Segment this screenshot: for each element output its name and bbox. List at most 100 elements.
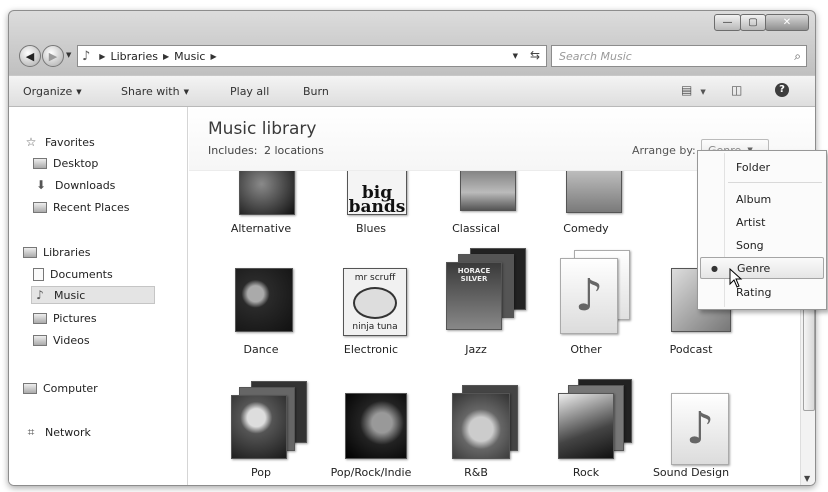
nav-computer[interactable]: Computer <box>23 379 98 397</box>
menu-item-genre[interactable]: ● Genre <box>700 257 824 279</box>
nav-music[interactable]: ♪ Music <box>31 286 155 304</box>
view-options-icon[interactable]: ▤ ▼ <box>681 83 706 97</box>
videos-icon <box>33 334 47 346</box>
selected-bullet-icon: ● <box>711 264 718 273</box>
libraries-icon <box>23 246 37 258</box>
nav-videos[interactable]: Videos <box>33 331 90 349</box>
album-art-stack: ♪ <box>661 377 729 465</box>
refresh-icon[interactable]: ⇆ <box>530 48 540 62</box>
menu-item-folder[interactable]: Folder <box>700 156 824 178</box>
forward-button[interactable]: ▶ <box>42 45 64 67</box>
nav-pictures[interactable]: Pictures <box>33 309 97 327</box>
menu-item-album[interactable]: Album <box>700 188 824 210</box>
organize-button[interactable]: Organize ▼ <box>23 85 82 98</box>
nav-libraries-label: Libraries <box>43 245 91 259</box>
recent-pages-dropdown-icon[interactable]: ▼ <box>66 51 71 59</box>
genre-tile[interactable]: mr scruff ninja tuna Electronic <box>321 250 421 368</box>
desktop-icon <box>33 157 47 169</box>
address-history-dropdown-icon[interactable]: ▼ <box>513 52 518 60</box>
menu-item-artist[interactable]: Artist <box>700 211 824 233</box>
library-includes: Includes: 2 locations <box>208 144 324 157</box>
electronic-cover-top: mr scruff <box>354 273 396 283</box>
genre-label: Sound Design <box>652 466 730 479</box>
maximize-button[interactable]: ▢ <box>740 14 766 31</box>
command-bar: Organize ▼ Share with ▼ Play all Burn ▤ ▼ ◫… <box>9 75 815 107</box>
jazz-cover-text: HORACE SILVER <box>446 262 502 330</box>
organize-label: Organize <box>23 85 73 98</box>
genre-label: Dance <box>243 343 279 356</box>
album-art-stack <box>446 377 518 459</box>
network-icon: ⌗ <box>27 424 35 439</box>
nav-libraries[interactable]: Libraries <box>23 243 91 261</box>
breadcrumb-libraries[interactable]: Libraries <box>110 50 158 63</box>
genre-tile[interactable]: HORACE SILVER Jazz <box>426 248 526 368</box>
genre-tile[interactable]: ♪ Other <box>536 250 636 368</box>
album-art-stack <box>231 377 307 459</box>
search-icon[interactable]: ⌕ <box>794 49 801 64</box>
genre-label: Podcast <box>669 343 713 356</box>
genre-label: Classical <box>452 222 500 235</box>
breadcrumb-separator-icon[interactable]: ▶ <box>99 52 105 61</box>
nav-favorites-label: Favorites <box>45 135 95 149</box>
minimize-button[interactable]: — <box>714 14 741 31</box>
breadcrumb-music[interactable]: Music <box>174 50 205 63</box>
music-note-icon: ♪ <box>82 48 91 64</box>
nav-pictures-label: Pictures <box>53 311 97 325</box>
album-art-stack: ♪ <box>556 250 630 336</box>
nav-downloads-label: Downloads <box>55 178 116 192</box>
chevron-down-icon: ▼ <box>76 88 82 96</box>
electronic-cover-bottom: ninja tuna <box>352 322 398 332</box>
music-note-icon: ♪ <box>671 393 729 465</box>
mouse-cursor-icon <box>729 268 743 288</box>
nav-downloads[interactable]: ⬇ Downloads <box>33 176 115 194</box>
genre-tile[interactable]: Pop/Rock/Indie <box>321 373 421 485</box>
breadcrumb-separator-icon[interactable]: ▶ <box>210 52 216 61</box>
nav-documents-label: Documents <box>50 267 113 281</box>
album-art-stack <box>231 254 293 336</box>
play-all-button[interactable]: Play all <box>230 85 269 98</box>
share-with-label: Share with <box>121 85 180 98</box>
scroll-down-icon[interactable]: ▼ <box>804 474 810 483</box>
menu-separator <box>728 182 822 183</box>
includes-label: Includes: <box>208 144 258 157</box>
search-placeholder: Search Music <box>559 49 632 63</box>
search-input[interactable]: Search Music ⌕ <box>551 45 807 67</box>
genre-tile[interactable]: R&B <box>426 373 526 485</box>
nav-desktop[interactable]: Desktop <box>33 154 98 172</box>
nav-network-label: Network <box>45 425 91 439</box>
pictures-icon <box>33 312 47 324</box>
nav-recent-places-label: Recent Places <box>53 200 130 214</box>
nav-favorites[interactable]: ☆ Favorites <box>23 133 95 151</box>
arrange-by-menu: Folder Album Artist Song ● Genre Rating <box>697 150 827 310</box>
back-button[interactable]: ◀ <box>19 45 41 67</box>
album-art-stack: HORACE SILVER <box>446 248 526 336</box>
genre-label: Alternative <box>230 222 292 235</box>
explorer-body: ☆ Favorites Desktop ⬇ Downloads Recent Pla… <box>9 107 815 485</box>
address-row: ◀ ▶ ▼ ♪ ▶ Libraries ▶ Music ▶ ▼ ⇆ Search… <box>15 43 811 69</box>
genre-label: Pop <box>251 466 271 479</box>
nav-recent-places[interactable]: Recent Places <box>33 198 130 216</box>
close-button[interactable]: ✕ <box>765 14 809 31</box>
preview-pane-icon[interactable]: ◫ <box>731 83 742 97</box>
breadcrumb-separator-icon[interactable]: ▶ <box>163 52 169 61</box>
menu-item-rating[interactable]: Rating <box>700 281 824 303</box>
share-with-button[interactable]: Share with ▼ <box>121 85 189 98</box>
genre-tile[interactable]: Pop <box>211 373 311 485</box>
genre-tile[interactable]: Dance <box>211 250 311 368</box>
album-art-stack: mr scruff ninja tuna <box>341 254 407 336</box>
help-icon[interactable]: ? <box>775 83 789 97</box>
chevron-down-icon: ▼ <box>183 88 189 96</box>
genre-tile[interactable]: Rock <box>536 373 636 485</box>
genre-label: Comedy <box>563 222 609 235</box>
genre-label: Jazz <box>465 343 487 356</box>
locations-link[interactable]: 2 locations <box>264 144 324 157</box>
nav-desktop-label: Desktop <box>53 156 99 170</box>
nav-documents[interactable]: Documents <box>33 265 113 283</box>
burn-button[interactable]: Burn <box>303 85 329 98</box>
nav-network[interactable]: ⌗ Network <box>23 423 91 441</box>
genre-label: Blues <box>355 222 387 235</box>
computer-icon <box>23 382 37 394</box>
menu-item-song[interactable]: Song <box>700 234 824 256</box>
address-bar[interactable]: ♪ ▶ Libraries ▶ Music ▶ ▼ ⇆ <box>77 45 547 67</box>
genre-tile[interactable]: ♪ Sound Design <box>641 373 741 485</box>
